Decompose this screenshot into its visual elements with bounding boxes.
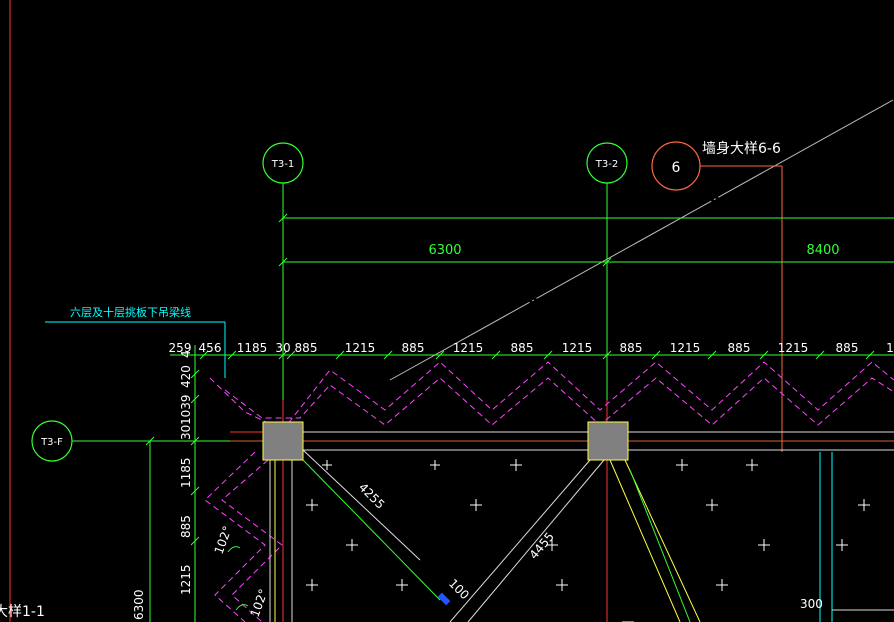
angle-arc bbox=[227, 546, 241, 553]
dim-span-b: 8400 bbox=[806, 243, 839, 258]
top-dim-value: 885 bbox=[620, 341, 643, 355]
column-t3-2[interactable] bbox=[587, 421, 629, 461]
top-dim-value: 1215 bbox=[345, 341, 376, 355]
top-dim-value: 1215 bbox=[670, 341, 701, 355]
annotation-text: 六层及十层挑板下吊梁线 bbox=[70, 305, 191, 319]
yellow-beam-line bbox=[609, 459, 681, 622]
left-dim-value: 885 bbox=[179, 515, 193, 538]
cad-drawing: T3-1 T3-2 T3-F 6 墙身大样6-6 6300 8400 六层及十层… bbox=[0, 0, 894, 622]
column-t3-1[interactable] bbox=[262, 421, 304, 461]
dashed-outline-left-inner bbox=[221, 459, 283, 622]
slab-hatch-pattern bbox=[306, 459, 870, 622]
top-dim-texts: 259 456 1185 30 885 1215 885 1215 885 12… bbox=[169, 341, 894, 355]
diagonal-beam bbox=[302, 449, 421, 561]
diag-dim-3: 100 bbox=[446, 576, 472, 602]
left-dim-value: 30 bbox=[179, 425, 193, 440]
top-dim-value: 885 bbox=[836, 341, 859, 355]
grid-bubble-label: T3-1 bbox=[271, 159, 294, 170]
top-dim-value: 885 bbox=[295, 341, 318, 355]
detail-callout[interactable]: 6 墙身大样6-6 bbox=[651, 141, 783, 452]
top-dim-value: 1 bbox=[886, 341, 894, 355]
grid-bubble-t3-1[interactable]: T3-1 bbox=[262, 142, 304, 184]
dashed-outline-outer bbox=[209, 361, 894, 431]
top-dim-value: 30 bbox=[275, 341, 290, 355]
left-dim-value: 420 bbox=[179, 365, 193, 388]
bottom-left-label: 大样1-1 bbox=[0, 604, 45, 620]
diagonal-beam bbox=[449, 459, 591, 622]
cad-drawing-viewport[interactable]: T3-1 T3-2 T3-F 6 墙身大样6-6 6300 8400 六层及十层… bbox=[0, 0, 894, 622]
dim-span-a: 6300 bbox=[428, 243, 461, 258]
callout-number: 6 bbox=[672, 160, 681, 176]
top-dim-value: 885 bbox=[402, 341, 425, 355]
left-dim-value: 4 bbox=[179, 350, 193, 358]
yellow-beam-line bbox=[624, 459, 701, 622]
left-dim-texts: 4 420 1039 30 1185 885 1215 6300 bbox=[132, 350, 193, 620]
diagonal-beam bbox=[629, 469, 691, 622]
diag-dim-1: 4255 bbox=[356, 480, 387, 511]
diagonal-reference-line bbox=[389, 99, 894, 381]
top-dim-value: 1215 bbox=[562, 341, 593, 355]
left-dim-value: 1215 bbox=[179, 564, 193, 595]
grid-bubble-label: T3-F bbox=[40, 437, 63, 448]
grid-bubble-t3-f[interactable]: T3-F bbox=[31, 420, 73, 462]
grid-bubble-t3-2[interactable]: T3-2 bbox=[586, 142, 628, 184]
top-dim-value: 1215 bbox=[778, 341, 809, 355]
left-dim-value: 1185 bbox=[179, 457, 193, 488]
dashed-outline-inner bbox=[224, 377, 894, 426]
angle-label: 102° bbox=[212, 524, 235, 556]
left-dim-value: 1039 bbox=[179, 394, 193, 425]
grid-bubble-label: T3-2 bbox=[595, 159, 618, 170]
left-overall-value: 6300 bbox=[132, 589, 146, 620]
top-dim-value: 885 bbox=[511, 341, 534, 355]
bottom-right-dim: 300 bbox=[800, 597, 823, 611]
diagonal-beam bbox=[302, 459, 441, 601]
top-dim-value: 885 bbox=[728, 341, 751, 355]
top-dim-value: 1185 bbox=[237, 341, 268, 355]
angle-label: 102° bbox=[248, 587, 271, 619]
top-dim-value: 456 bbox=[199, 341, 222, 355]
top-dim-value: 1215 bbox=[453, 341, 484, 355]
callout-label: 墙身大样6-6 bbox=[702, 141, 781, 157]
